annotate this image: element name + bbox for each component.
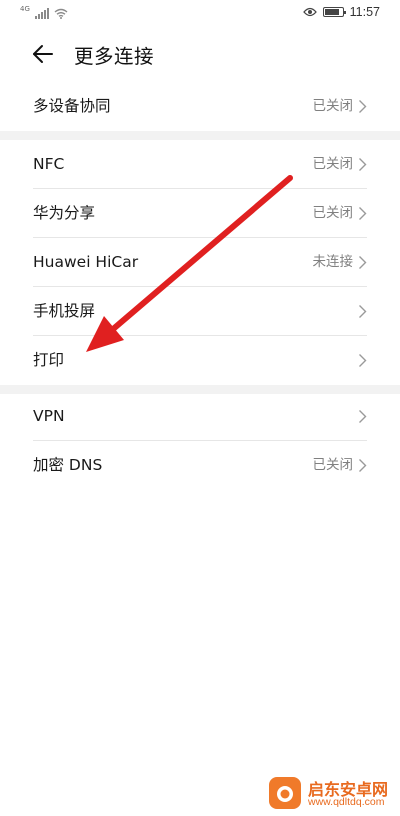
watermark-logo-icon bbox=[269, 777, 301, 809]
status-time: 11:57 bbox=[349, 5, 380, 19]
row-status: 已关闭 bbox=[312, 156, 354, 172]
watermark: 启东安卓网 www.qdltdq.com bbox=[268, 776, 400, 812]
chevron-right-icon bbox=[359, 207, 367, 220]
network-type-label: 4G bbox=[20, 5, 30, 13]
row-nfc[interactable]: NFC 已关闭 bbox=[0, 140, 400, 189]
row-label: 打印 bbox=[33, 351, 65, 369]
signal-icon bbox=[34, 8, 49, 19]
settings-group-1: 多设备协同 已关闭 bbox=[0, 82, 400, 131]
status-right: 11:57 bbox=[302, 5, 380, 19]
row-status: 已关闭 bbox=[312, 98, 354, 114]
row-hicar[interactable]: Huawei HiCar 未连接 bbox=[0, 238, 400, 287]
page-title: 更多连接 bbox=[74, 45, 155, 68]
row-label: 华为分享 bbox=[33, 204, 96, 222]
row-status: 未连接 bbox=[312, 254, 354, 270]
row-vpn[interactable]: VPN bbox=[0, 392, 400, 441]
watermark-url: www.qdltdq.com bbox=[308, 796, 385, 808]
row-encrypted-dns[interactable]: 加密 DNS 已关闭 bbox=[0, 441, 400, 490]
row-label: NFC bbox=[33, 155, 65, 173]
chevron-right-icon bbox=[359, 410, 367, 423]
row-label: 手机投屏 bbox=[33, 302, 96, 320]
group-separator bbox=[0, 131, 400, 140]
row-status: 已关闭 bbox=[312, 205, 354, 221]
row-label: 加密 DNS bbox=[33, 456, 103, 474]
row-screen-projection[interactable]: 手机投屏 bbox=[0, 287, 400, 336]
chevron-right-icon bbox=[359, 158, 367, 171]
battery-icon bbox=[322, 7, 346, 17]
settings-group-2: NFC 已关闭 华为分享 已关闭 Huawei HiCar 未连接 手机投屏 打… bbox=[0, 140, 400, 385]
chevron-right-icon bbox=[359, 256, 367, 269]
row-status: 已关闭 bbox=[312, 457, 354, 473]
row-label: VPN bbox=[33, 407, 65, 425]
chevron-right-icon bbox=[359, 354, 367, 367]
eye-icon bbox=[302, 7, 317, 17]
settings-group-3: VPN 加密 DNS 已关闭 bbox=[0, 392, 400, 490]
wifi-icon bbox=[54, 8, 68, 19]
chevron-right-icon bbox=[359, 100, 367, 113]
row-label: 多设备协同 bbox=[33, 97, 111, 115]
status-left: 4G bbox=[20, 6, 68, 19]
header: 更多连接 bbox=[0, 30, 400, 78]
chevron-right-icon bbox=[359, 459, 367, 472]
status-bar: 4G 11:57 bbox=[0, 0, 400, 26]
battery-fill bbox=[324, 9, 339, 15]
row-huawei-share[interactable]: 华为分享 已关闭 bbox=[0, 189, 400, 238]
row-multi-device[interactable]: 多设备协同 已关闭 bbox=[0, 82, 400, 131]
row-label: Huawei HiCar bbox=[33, 253, 139, 271]
chevron-right-icon bbox=[359, 305, 367, 318]
row-print[interactable]: 打印 bbox=[0, 336, 400, 385]
arrow-left-icon[interactable] bbox=[30, 41, 56, 67]
